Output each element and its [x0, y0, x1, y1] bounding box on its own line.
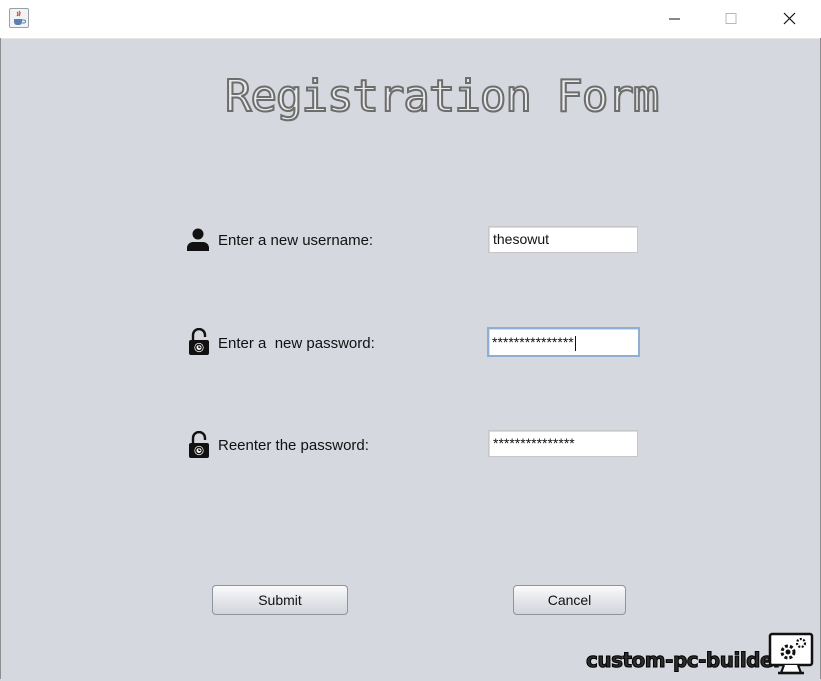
- user-icon: [186, 227, 212, 255]
- close-icon[interactable]: [767, 0, 813, 38]
- pc-builder-logo-icon: [768, 632, 814, 676]
- password-value: ***************: [492, 334, 574, 350]
- cancel-button[interactable]: Cancel: [513, 585, 626, 615]
- confirm-password-input[interactable]: ***************: [488, 430, 638, 457]
- title-bar: [0, 0, 821, 39]
- username-label: Enter a new username:: [218, 232, 374, 249]
- lock-icon: [187, 327, 213, 356]
- password-label: Enter a new password:: [218, 335, 375, 352]
- lock-icon: [187, 430, 213, 459]
- submit-button[interactable]: Submit: [212, 585, 348, 615]
- form-panel: [0, 38, 821, 679]
- text-caret: [574, 335, 576, 351]
- form-title: Registration Form: [224, 70, 660, 123]
- maximize-icon[interactable]: [708, 0, 754, 38]
- username-input[interactable]: thesowut: [488, 226, 638, 253]
- watermark-text: custom-pc-builder: [585, 648, 783, 673]
- confirm-password-label: Reenter the password:: [218, 437, 369, 454]
- minimize-icon[interactable]: [652, 0, 698, 38]
- password-input[interactable]: ***************: [487, 327, 640, 357]
- java-cup-icon[interactable]: [9, 8, 29, 28]
